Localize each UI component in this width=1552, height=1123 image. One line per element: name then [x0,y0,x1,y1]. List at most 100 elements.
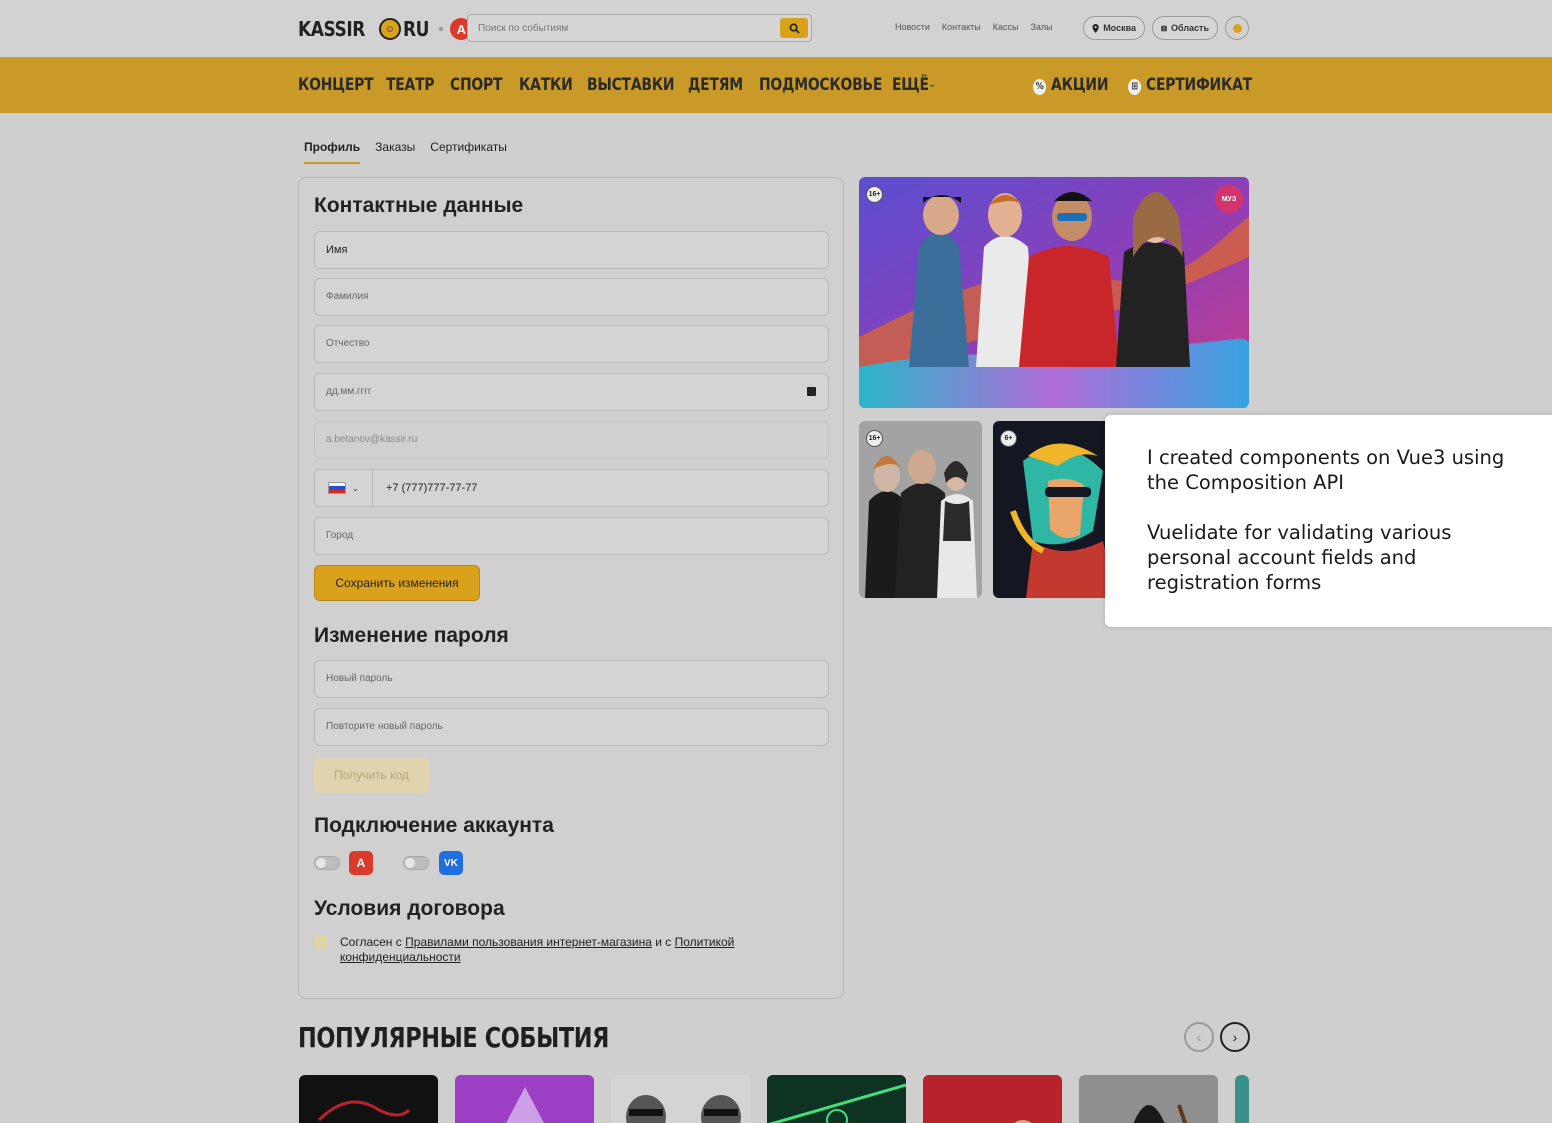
terms-title: Условия договора [314,897,505,920]
logo-smiley-icon: ☺ [378,18,401,40]
profile-card: Контактные данные Имя Фамилия Отчество д… [298,177,844,999]
link-halls[interactable]: Залы [1030,22,1052,32]
user-avatar-icon [1232,23,1242,33]
rules-link[interactable]: Правилами пользования интернет-магазина [405,935,652,949]
country-code-selector[interactable]: ⌄ [315,470,373,506]
alfa-connect-toggle[interactable] [314,856,340,870]
birthdate-placeholder: дд.мм.гггг [326,386,372,397]
profile-tabs: Профиль Заказы Сертификаты [304,140,507,164]
accounts-title: Подключение аккаунта [314,814,554,837]
event-card-2[interactable] [455,1075,594,1123]
save-button[interactable]: Сохранить изменения [314,565,480,601]
vk-connect-toggle[interactable] [403,856,429,870]
nav-promo[interactable]: % АКЦИИ [1033,75,1109,95]
nav-theatre[interactable]: ТЕАТР [386,75,435,95]
event-banner-2[interactable]: 6+ [993,421,1116,598]
nav-more[interactable]: ЕЩЁ [892,75,929,95]
first-name-field[interactable]: Имя [314,231,829,269]
nav-exhibitions[interactable]: ВЫСТАВКИ [587,75,675,95]
event-card-4[interactable] [767,1075,906,1123]
city-selector[interactable]: Москва [1083,16,1145,40]
event-card-1[interactable] [299,1075,438,1123]
event-banner-1[interactable]: 16+ [859,421,982,598]
event-card-6[interactable] [1079,1075,1218,1123]
search-input[interactable] [468,15,768,41]
russia-flag-icon [328,482,347,494]
event-card-6-artwork [1079,1075,1218,1123]
age-rating-badge: 6+ [1000,430,1017,447]
logo-text-left: KASSIR [298,17,365,41]
gift-icon: ⊞ [1128,79,1142,95]
nav-moscow-region[interactable]: ПОДМОСКОВЬЕ [759,75,882,95]
link-box-offices[interactable]: Кассы [993,22,1019,32]
link-news[interactable]: Новости [895,22,930,32]
event-card-7[interactable] [1235,1075,1249,1123]
percent-icon: % [1033,79,1047,95]
event-card-5-artwork [923,1075,1062,1123]
event-banner-1-artwork [859,421,982,598]
event-card-3[interactable] [611,1075,750,1123]
event-card-2-artwork [455,1075,594,1123]
last-name-field[interactable]: Фамилия [314,278,829,316]
search-icon [789,23,800,34]
event-banner-2-artwork [993,421,1116,598]
muz-tv-logo: МУЗ [1215,185,1243,213]
terms-text: Согласен с Правилами пользования интерне… [340,935,780,965]
birthdate-field[interactable]: дд.мм.гггг [314,373,829,411]
region-selector[interactable]: Область [1152,16,1218,40]
repeat-password-placeholder: Повторите новый пароль [326,721,443,732]
user-avatar-button[interactable] [1225,16,1249,40]
event-card-5[interactable] [923,1075,1062,1123]
chevron-right-icon: › [1232,1029,1238,1045]
nav-promo-label: АКЦИИ [1051,75,1109,95]
popular-events-title: ПОПУЛЯРНЫЕ СОБЫТИЯ [298,1021,609,1054]
patronymic-field[interactable]: Отчество [314,325,829,363]
tab-certificates[interactable]: Сертификаты [430,140,507,164]
password-title: Изменение пароля [314,624,509,647]
email-value: a.betanov@kassir.ru [326,434,418,445]
phone-value: +7 (777)777-77-77 [386,482,478,494]
age-rating-badge: 16+ [866,186,883,203]
repeat-password-field[interactable]: Повторите новый пароль [314,708,829,746]
logo-separator [439,27,444,31]
email-field: a.betanov@kassir.ru [314,421,829,459]
terms-middle: и с [651,935,675,949]
contact-title: Контактные данные [314,194,524,217]
top-links: Новости Контакты Кассы Залы [895,22,1053,32]
main-nav: КОНЦЕРТ ТЕАТР СПОРТ КАТКИ ВЫСТАВКИ ДЕТЯМ… [0,57,1552,113]
logo[interactable]: KASSIR ☺ RU А [298,14,473,44]
new-password-field[interactable]: Новый пароль [314,660,829,698]
search-button[interactable] [780,18,808,38]
phone-field[interactable]: ⌄ +7 (777)777-77-77 [314,469,829,507]
nav-sport[interactable]: СПОРТ [450,75,502,95]
new-password-placeholder: Новый пароль [326,673,393,684]
map-icon [1161,25,1167,31]
nav-rinks[interactable]: КАТКИ [519,75,573,95]
city-placeholder: Город [326,530,354,541]
chevron-down-icon: ⌄ [352,483,359,493]
terms-prefix: Согласен с [340,935,406,949]
carousel-next-button[interactable]: › [1220,1022,1250,1052]
nav-concert[interactable]: КОНЦЕРТ [298,75,374,95]
chevron-left-icon: ‹ [1196,1029,1202,1045]
search-box [467,14,812,42]
link-contacts[interactable]: Контакты [942,22,981,32]
calendar-icon[interactable] [807,387,816,396]
tab-profile[interactable]: Профиль [304,140,361,164]
terms-checkbox[interactable] [314,935,328,949]
city-field[interactable]: Город [314,517,829,555]
event-card-4-artwork [767,1075,906,1123]
last-name-placeholder: Фамилия [326,291,369,302]
nav-certificate[interactable]: ⊞ СЕРТИФИКАТ [1128,75,1252,95]
city-label: Москва [1103,23,1136,33]
region-label: Область [1170,23,1209,33]
get-code-button[interactable]: Получить код [314,757,429,793]
nav-kids[interactable]: ДЕТЯМ [688,75,743,95]
top-bar: KASSIR ☺ RU А Новости Контакты Кассы Зал… [0,0,1552,57]
patronymic-placeholder: Отчество [326,338,370,349]
banner-artwork [859,177,1249,408]
carousel-prev-button[interactable]: ‹ [1184,1022,1214,1052]
tab-orders[interactable]: Заказы [375,140,415,164]
promo-banner[interactable]: 16+ МУЗ [859,177,1249,408]
location-pin-icon [1092,23,1099,33]
